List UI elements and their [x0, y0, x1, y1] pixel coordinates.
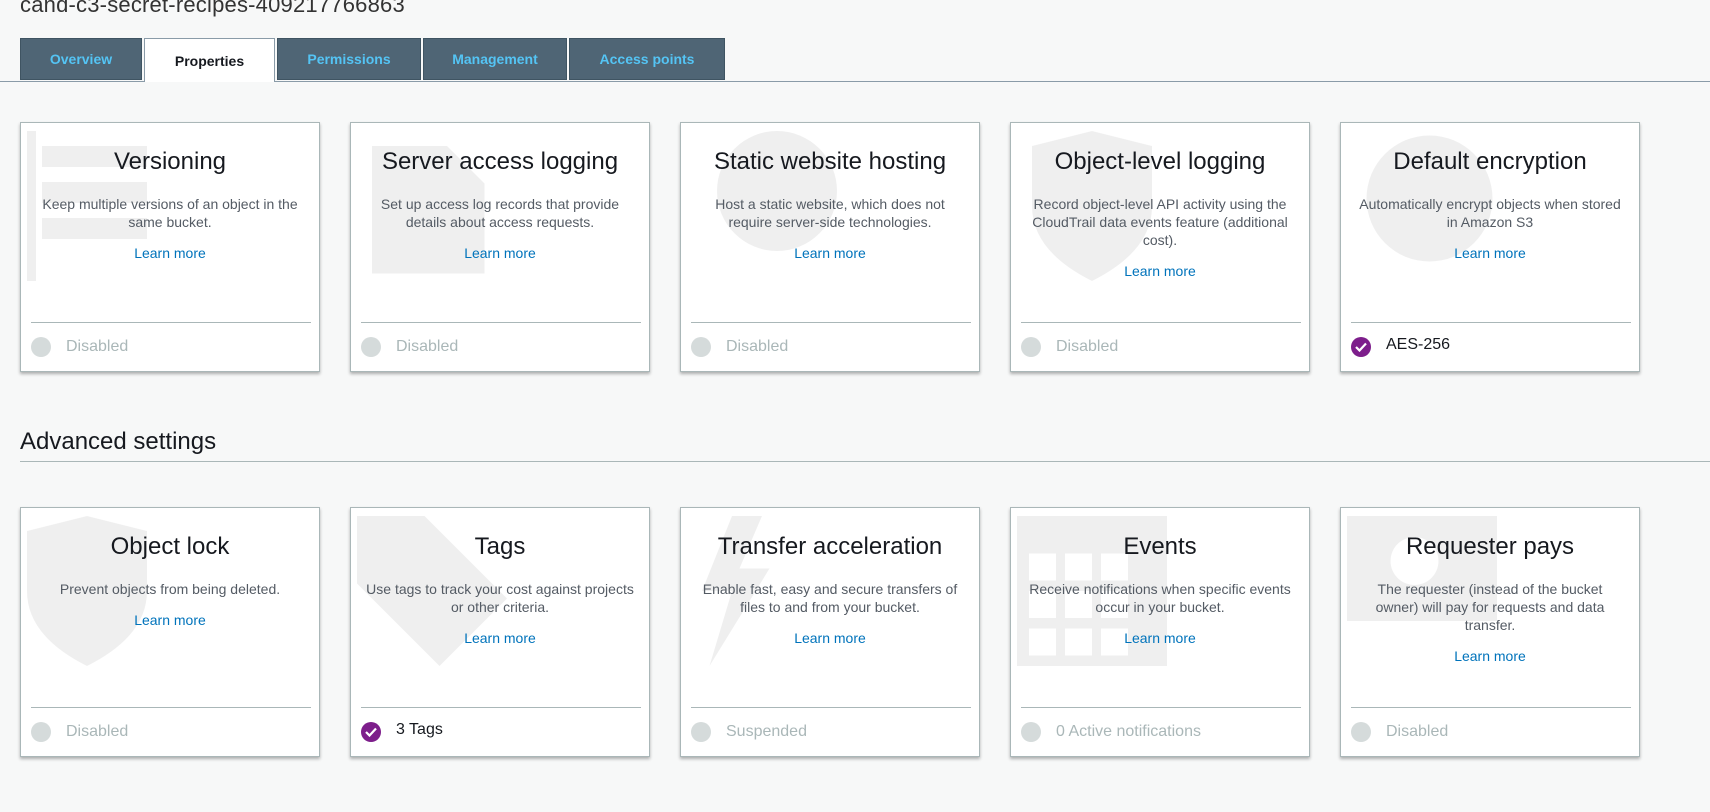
learn-more-link[interactable]: Learn more — [21, 245, 319, 261]
card-description: Record object-level API activity using t… — [1032, 196, 1288, 248]
card-status: Disabled — [31, 707, 311, 756]
learn-more-link[interactable]: Learn more — [21, 612, 319, 628]
status-text: Disabled — [396, 338, 459, 355]
card-status: Disabled — [691, 322, 971, 371]
status-disabled-icon — [1351, 722, 1371, 742]
status-text: AES-256 — [1386, 336, 1451, 353]
card-transfer-acceleration[interactable]: Transfer acceleration Enable fast, easy … — [680, 507, 980, 757]
card-static-website-hosting[interactable]: Static website hosting Host a static web… — [680, 122, 980, 372]
card-description: Enable fast, easy and secure transfers o… — [702, 581, 958, 615]
card-title: Object-level logging — [1054, 148, 1266, 175]
status-disabled-icon — [691, 337, 711, 357]
status-text: Disabled — [66, 723, 129, 740]
status-enabled-check-icon — [1351, 337, 1371, 357]
tab-properties[interactable]: Properties — [144, 38, 275, 82]
card-tags[interactable]: Tags Use tags to track your cost against… — [350, 507, 650, 757]
card-title: Tags — [474, 533, 526, 560]
status-disabled-icon — [691, 722, 711, 742]
card-status: 0 Active notifications — [1021, 707, 1301, 756]
card-description: The requester (instead of the bucket own… — [1375, 581, 1605, 633]
learn-more-link[interactable]: Learn more — [1011, 630, 1309, 646]
card-versioning[interactable]: Versioning Keep multiple versions of an … — [20, 122, 320, 372]
tab-permissions[interactable]: Permissions — [277, 38, 421, 80]
learn-more-link[interactable]: Learn more — [351, 630, 649, 646]
status-disabled-icon — [1021, 722, 1041, 742]
bucket-name-title: cand-c3-secret-recipes-409217766863 — [20, 0, 405, 17]
advanced-settings-heading: Advanced settings — [20, 428, 217, 455]
card-description: Set up access log records that provide d… — [380, 196, 620, 230]
status-text: Suspended — [726, 723, 807, 740]
status-text: 3 Tags — [396, 721, 443, 738]
card-status: Disabled — [1021, 322, 1301, 371]
card-status: Suspended — [691, 707, 971, 756]
card-title: Static website hosting — [713, 148, 947, 175]
card-object-level-logging[interactable]: Object-level logging Record object-level… — [1010, 122, 1310, 372]
card-status: Disabled — [361, 322, 641, 371]
learn-more-link[interactable]: Learn more — [351, 245, 649, 261]
card-status: AES-256 — [1351, 322, 1631, 371]
card-status: Disabled — [1351, 707, 1631, 756]
card-description: Receive notifications when specific even… — [1029, 581, 1291, 615]
status-text: 0 Active notifications — [1056, 723, 1201, 740]
card-events[interactable]: Events Receive notifications when specif… — [1010, 507, 1310, 757]
tab-access-points[interactable]: Access points — [569, 38, 725, 80]
status-disabled-icon — [361, 337, 381, 357]
card-title: Default encryption — [1393, 148, 1587, 175]
card-title: Events — [1123, 533, 1197, 560]
status-text: Disabled — [1386, 723, 1449, 740]
card-description: Use tags to track your cost against proj… — [366, 581, 634, 615]
status-text: Disabled — [726, 338, 789, 355]
learn-more-link[interactable]: Learn more — [681, 630, 979, 646]
card-description: Keep multiple versions of an object in t… — [42, 196, 298, 230]
card-title: Versioning — [113, 148, 227, 175]
tab-management[interactable]: Management — [423, 38, 567, 80]
properties-card-grid: Versioning Keep multiple versions of an … — [20, 122, 1670, 372]
learn-more-link[interactable]: Learn more — [1341, 648, 1639, 664]
status-text: Disabled — [66, 338, 129, 355]
card-title: Server access logging — [381, 148, 619, 175]
card-description: Automatically encrypt objects when store… — [1359, 196, 1621, 230]
card-server-access-logging[interactable]: Server access logging Set up access log … — [350, 122, 650, 372]
status-text: Disabled — [1056, 338, 1119, 355]
card-status: Disabled — [31, 322, 311, 371]
card-object-lock[interactable]: Object lock Prevent objects from being d… — [20, 507, 320, 757]
card-description: Prevent objects from being deleted. — [59, 581, 281, 597]
status-disabled-icon — [31, 722, 51, 742]
advanced-card-grid: Object lock Prevent objects from being d… — [20, 507, 1670, 757]
card-title: Transfer acceleration — [717, 533, 943, 560]
tab-overview[interactable]: Overview — [20, 38, 142, 80]
tab-bar: Overview Properties Permissions Manageme… — [20, 38, 727, 82]
learn-more-link[interactable]: Learn more — [1341, 245, 1639, 261]
card-status: 3 Tags — [361, 707, 641, 756]
learn-more-link[interactable]: Learn more — [1011, 263, 1309, 279]
status-disabled-icon — [1021, 337, 1041, 357]
card-title: Requester pays — [1405, 533, 1575, 560]
card-description: Host a static website, which does not re… — [715, 196, 945, 230]
card-default-encryption[interactable]: Default encryption Automatically encrypt… — [1340, 122, 1640, 372]
section-divider — [20, 461, 1710, 462]
status-disabled-icon — [31, 337, 51, 357]
status-enabled-check-icon — [361, 722, 381, 742]
learn-more-link[interactable]: Learn more — [681, 245, 979, 261]
card-requester-pays[interactable]: Requester pays The requester (instead of… — [1340, 507, 1640, 757]
card-title: Object lock — [110, 533, 230, 560]
